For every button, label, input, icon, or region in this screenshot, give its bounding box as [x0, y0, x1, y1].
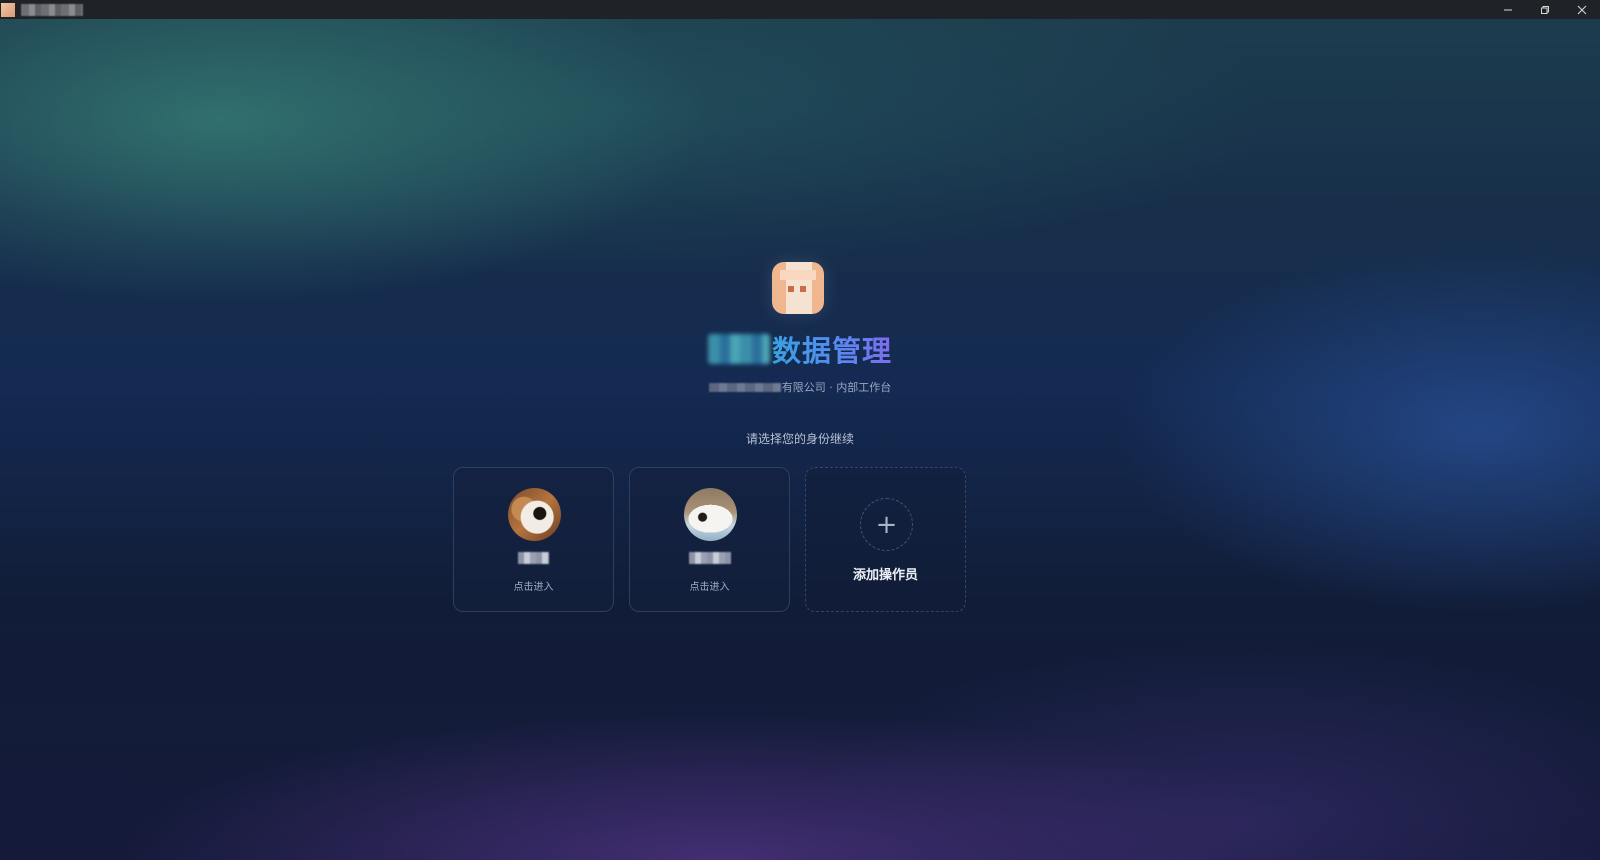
- operator-card-list: 点击进入 点击进入 + 添加操作员: [453, 467, 966, 612]
- close-button[interactable]: [1563, 0, 1600, 19]
- add-operator-button[interactable]: + 添加操作员: [805, 467, 966, 612]
- page-title: 数据管理: [0, 328, 1600, 370]
- enter-label: 点击进入: [513, 582, 554, 593]
- title-text: 数据管理: [771, 334, 892, 368]
- enter-label: 点击进入: [689, 582, 730, 593]
- operator-name: [518, 552, 549, 564]
- minimize-icon: [1503, 9, 1512, 10]
- identity-prompt: 请选择您的身份继续: [745, 432, 854, 446]
- app-icon: [1, 2, 15, 17]
- subtitle-text: 有限公司 · 内部工作台: [781, 381, 892, 394]
- close-icon: [1577, 5, 1586, 14]
- user-avatar-icon: [508, 488, 561, 541]
- window-title: [21, 3, 83, 16]
- plus-icon: +: [860, 498, 913, 551]
- restore-icon: [1540, 5, 1549, 14]
- operator-card[interactable]: 点击进入: [629, 467, 790, 612]
- operator-card[interactable]: 点击进入: [453, 467, 614, 612]
- minimize-button[interactable]: [1489, 0, 1526, 19]
- add-operator-label: 添加操作员: [852, 568, 918, 583]
- page-subtitle: 有限公司 · 内部工作台: [0, 379, 1600, 395]
- subtitle-redacted-prefix: [708, 383, 781, 392]
- operator-name: [689, 552, 731, 564]
- title-redacted-prefix: [707, 334, 770, 364]
- window-controls: [1489, 0, 1600, 19]
- window-titlebar: [0, 0, 1600, 19]
- restore-button[interactable]: [1526, 0, 1563, 19]
- app-logo-icon: [772, 262, 824, 314]
- login-panel: 数据管理 有限公司 · 内部工作台 请选择您的身份继续 点击进入 点击进入 + …: [0, 0, 1600, 860]
- user-avatar-icon: [684, 488, 737, 541]
